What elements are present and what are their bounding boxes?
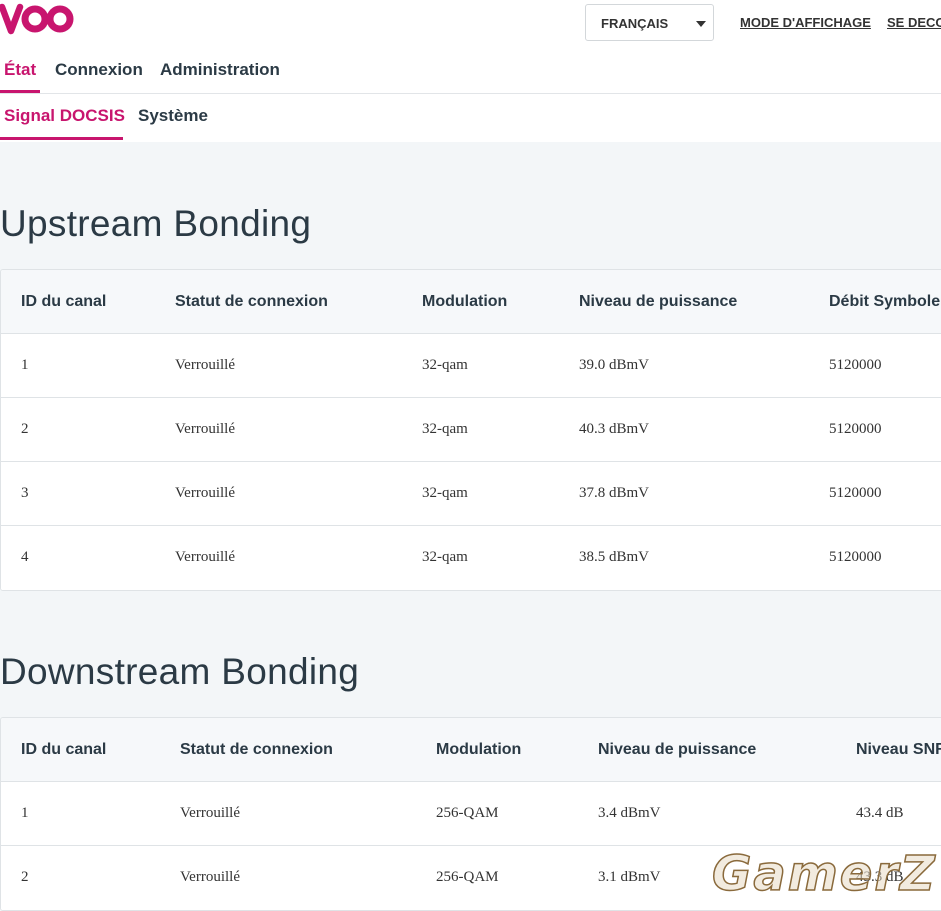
table-row: 1 Verrouillé 256-QAM 3.4 dBmV 43.4 dB: [1, 782, 941, 846]
table-row: 4 Verrouillé 32-qam 38.5 dBmV 5120000: [1, 526, 941, 590]
secondary-nav: Signal DOCSIS Système: [0, 100, 941, 142]
language-select[interactable]: FRANÇAIS: [585, 4, 714, 41]
voo-logo[interactable]: [0, 2, 76, 36]
language-select-value: FRANÇAIS: [601, 16, 669, 31]
downstream-title: Downstream Bonding: [0, 651, 360, 692]
table-cell: 3.4 dBmV: [598, 805, 661, 821]
table-cell: Verrouillé: [175, 421, 235, 437]
table-cell: 4: [21, 549, 29, 565]
table-cell: Verrouillé: [175, 485, 235, 501]
table-cell: 3: [21, 485, 29, 501]
table-cell: 43.4 dB: [856, 805, 904, 821]
column-header: Niveau SNR: [856, 741, 941, 758]
table-cell: 3.1 dBmV: [598, 869, 661, 885]
table-header: ID du canal Statut de connexion Modulati…: [1, 718, 941, 782]
table-cell: 1: [21, 805, 29, 821]
table-cell: 1: [21, 357, 29, 373]
tab-signal-docsis[interactable]: Signal DOCSIS: [4, 106, 125, 126]
column-header: Débit Symbole: [829, 293, 941, 310]
table-cell: Verrouillé: [175, 549, 235, 565]
table-cell: 38.5 dBmV: [579, 549, 650, 565]
tab-connexion[interactable]: Connexion: [55, 60, 143, 80]
table-row: 3 Verrouillé 32-qam 37.8 dBmV 5120000: [1, 462, 941, 526]
column-header: Statut de connexion: [180, 741, 333, 758]
table-cell: 5120000: [829, 421, 882, 437]
table-cell: 32-qam: [422, 485, 468, 501]
table-cell: 5120000: [829, 485, 882, 501]
tab-systeme[interactable]: Système: [138, 106, 208, 126]
active-subtab-indicator: [0, 137, 123, 140]
display-mode-link[interactable]: MODE D'AFFICHAGE: [740, 15, 871, 30]
column-header: Niveau de puissance: [598, 741, 757, 758]
table-cell: 40.3 dBmV: [579, 421, 650, 437]
table-cell: 5120000: [829, 549, 882, 565]
column-header: Modulation: [422, 293, 508, 310]
header: FRANÇAIS MODE D'AFFICHAGE SE DECO État C…: [0, 0, 941, 142]
table-cell: 2: [21, 421, 29, 437]
table-cell: 32-qam: [422, 549, 468, 565]
column-header: Statut de connexion: [175, 293, 328, 310]
primary-nav: État Connexion Administration: [0, 54, 941, 94]
table-cell: 256-QAM: [436, 869, 499, 885]
table-cell: 5120000: [829, 357, 882, 373]
column-header: ID du canal: [21, 293, 107, 310]
table-row: 2 Verrouillé 32-qam 40.3 dBmV 5120000: [1, 398, 941, 462]
column-header: Niveau de puissance: [579, 293, 738, 310]
table-cell: 256-QAM: [436, 805, 499, 821]
table-cell: Verrouillé: [180, 805, 240, 821]
active-tab-indicator: [0, 90, 40, 93]
logout-link[interactable]: SE DECO: [887, 15, 941, 30]
table-cell: 2: [21, 869, 29, 885]
upstream-table: ID du canal Statut de connexion Modulati…: [0, 269, 941, 591]
table-cell: Verrouillé: [175, 357, 235, 373]
table-cell: 39.0 dBmV: [579, 357, 650, 373]
chevron-down-icon: [696, 21, 706, 27]
table-cell: Verrouillé: [180, 869, 240, 885]
column-header: ID du canal: [21, 741, 107, 758]
column-header: Modulation: [436, 741, 522, 758]
upstream-title: Upstream Bonding: [0, 203, 312, 244]
table-cell: 32-qam: [422, 421, 468, 437]
table-cell: 32-qam: [422, 357, 468, 373]
gamerz-watermark: GamerZ: [711, 845, 937, 903]
table-header: ID du canal Statut de connexion Modulati…: [1, 270, 941, 334]
tab-administration[interactable]: Administration: [160, 60, 280, 80]
table-row: 1 Verrouillé 32-qam 39.0 dBmV 5120000: [1, 334, 941, 398]
table-cell: 37.8 dBmV: [579, 485, 650, 501]
tab-etat[interactable]: État: [4, 60, 36, 80]
